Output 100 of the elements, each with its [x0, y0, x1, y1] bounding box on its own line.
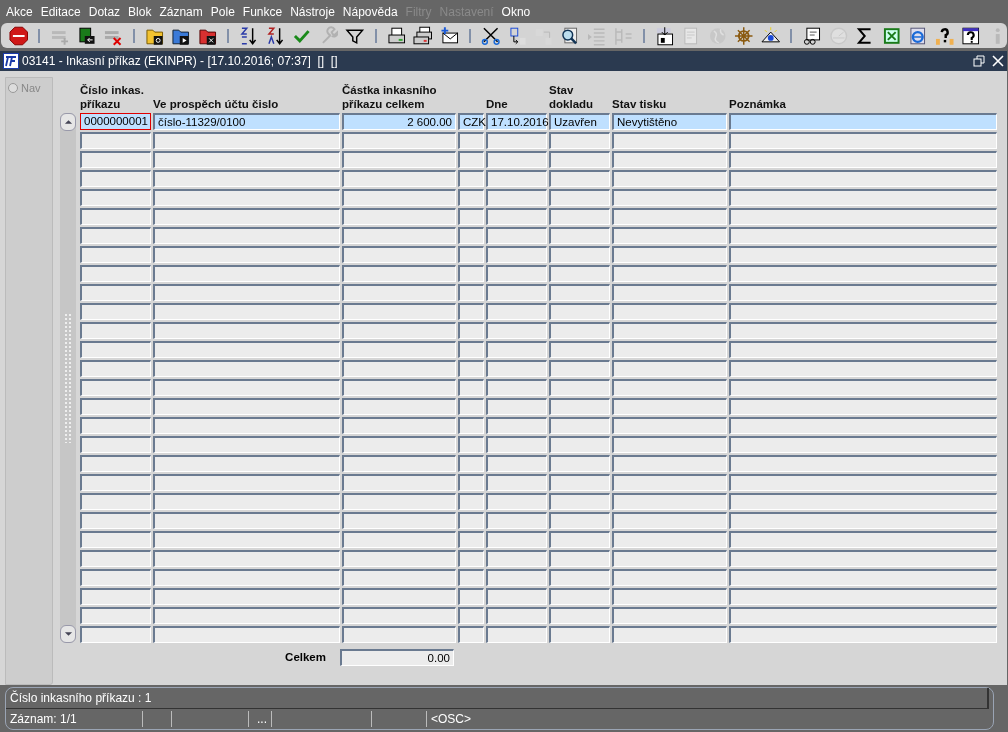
table-cell[interactable]	[549, 340, 610, 358]
table-cell[interactable]	[153, 454, 340, 472]
table-cell[interactable]: 17.10.2016	[486, 112, 547, 130]
table-cell[interactable]	[729, 169, 997, 187]
table-cell[interactable]	[729, 245, 997, 263]
ship-wheel-icon[interactable]	[734, 25, 754, 46]
table-cell[interactable]	[729, 302, 997, 320]
table-cell[interactable]	[153, 169, 340, 187]
table-cell[interactable]	[549, 188, 610, 206]
table-cell[interactable]	[549, 378, 610, 396]
table-cell[interactable]: 0000000001	[80, 112, 151, 130]
table-cell[interactable]	[612, 169, 727, 187]
table-cell[interactable]	[458, 188, 484, 206]
table-cell[interactable]	[153, 587, 340, 605]
table-cell[interactable]	[612, 188, 727, 206]
menu-item[interactable]: Dotaz	[88, 4, 121, 19]
table-cell[interactable]	[729, 378, 997, 396]
table-cell[interactable]	[458, 454, 484, 472]
table-cell[interactable]	[458, 397, 484, 415]
menu-item[interactable]: Editace	[40, 4, 81, 19]
table-cell[interactable]	[729, 625, 997, 643]
spreadsheet-icon[interactable]	[881, 25, 902, 46]
table-cell[interactable]	[80, 359, 151, 377]
table-cell[interactable]	[612, 530, 727, 548]
table-cell[interactable]	[458, 378, 484, 396]
table-cell[interactable]	[153, 131, 340, 149]
table-cell[interactable]	[458, 549, 484, 567]
table-cell[interactable]	[80, 188, 151, 206]
table-cell[interactable]	[549, 150, 610, 168]
table-cell[interactable]	[458, 473, 484, 491]
table-cell[interactable]	[342, 283, 456, 301]
table-cell[interactable]	[549, 625, 610, 643]
table-cell[interactable]	[612, 321, 727, 339]
table-cell[interactable]: Nevytištěno	[612, 112, 727, 130]
table-cell[interactable]	[458, 492, 484, 510]
menu-item[interactable]: Okno	[501, 4, 531, 19]
table-cell[interactable]	[153, 340, 340, 358]
table-cell[interactable]	[612, 245, 727, 263]
table-cell[interactable]	[486, 416, 547, 434]
table-cell[interactable]	[486, 245, 547, 263]
table-cell[interactable]	[486, 321, 547, 339]
table-cell[interactable]	[342, 397, 456, 415]
table-cell[interactable]	[729, 112, 997, 130]
table-cell[interactable]	[612, 359, 727, 377]
table-cell[interactable]	[729, 492, 997, 510]
table-cell[interactable]	[458, 359, 484, 377]
table-cell[interactable]	[729, 606, 997, 624]
printers-icon[interactable]	[413, 25, 433, 46]
table-cell[interactable]	[458, 283, 484, 301]
table-cell[interactable]	[153, 264, 340, 282]
help-icon[interactable]	[961, 25, 981, 46]
stop-sign-icon[interactable]	[9, 25, 29, 46]
table-cell[interactable]	[80, 587, 151, 605]
table-cell[interactable]	[612, 416, 727, 434]
table-cell[interactable]	[153, 302, 340, 320]
table-cell[interactable]	[153, 150, 340, 168]
table-cell[interactable]	[458, 530, 484, 548]
table-cell[interactable]	[612, 131, 727, 149]
table-cell[interactable]	[549, 473, 610, 491]
table-cell[interactable]	[549, 606, 610, 624]
table-cell[interactable]	[153, 283, 340, 301]
table-cell[interactable]	[153, 245, 340, 263]
table-cell[interactable]: 2 600.00	[342, 112, 456, 130]
table-cell[interactable]	[80, 321, 151, 339]
table-cell[interactable]	[549, 321, 610, 339]
table-cell[interactable]	[458, 511, 484, 529]
copy-icon[interactable]	[507, 25, 527, 46]
table-cell[interactable]	[729, 226, 997, 244]
table-cell[interactable]	[458, 226, 484, 244]
table-cell[interactable]	[342, 454, 456, 472]
table-cell[interactable]	[729, 188, 997, 206]
table-cell[interactable]	[549, 131, 610, 149]
table-cell[interactable]	[729, 283, 997, 301]
table-cell[interactable]	[486, 473, 547, 491]
table-cell[interactable]	[729, 568, 997, 586]
table-cell[interactable]	[342, 169, 456, 187]
table-cell[interactable]	[80, 150, 151, 168]
table-cell[interactable]	[549, 416, 610, 434]
table-cell[interactable]	[612, 378, 727, 396]
table-cell[interactable]	[729, 530, 997, 548]
table-cell[interactable]	[612, 625, 727, 643]
table-cell[interactable]	[80, 340, 151, 358]
table-cell[interactable]	[549, 568, 610, 586]
help-people-icon[interactable]	[934, 25, 955, 46]
table-cell[interactable]	[342, 606, 456, 624]
table-cell[interactable]: CZK	[458, 112, 484, 130]
table-cell[interactable]	[486, 340, 547, 358]
table-cell[interactable]	[729, 264, 997, 282]
table-cell[interactable]	[486, 150, 547, 168]
table-cell[interactable]	[612, 150, 727, 168]
table-cell[interactable]	[486, 625, 547, 643]
table-cell[interactable]	[486, 454, 547, 472]
table-cell[interactable]	[549, 492, 610, 510]
menu-item[interactable]: Nápověda	[342, 4, 398, 19]
table-cell[interactable]	[153, 188, 340, 206]
table-cell[interactable]	[342, 378, 456, 396]
table-cell[interactable]	[612, 606, 727, 624]
table-cell[interactable]	[153, 568, 340, 586]
table-cell[interactable]	[612, 264, 727, 282]
table-cell[interactable]	[612, 473, 727, 491]
